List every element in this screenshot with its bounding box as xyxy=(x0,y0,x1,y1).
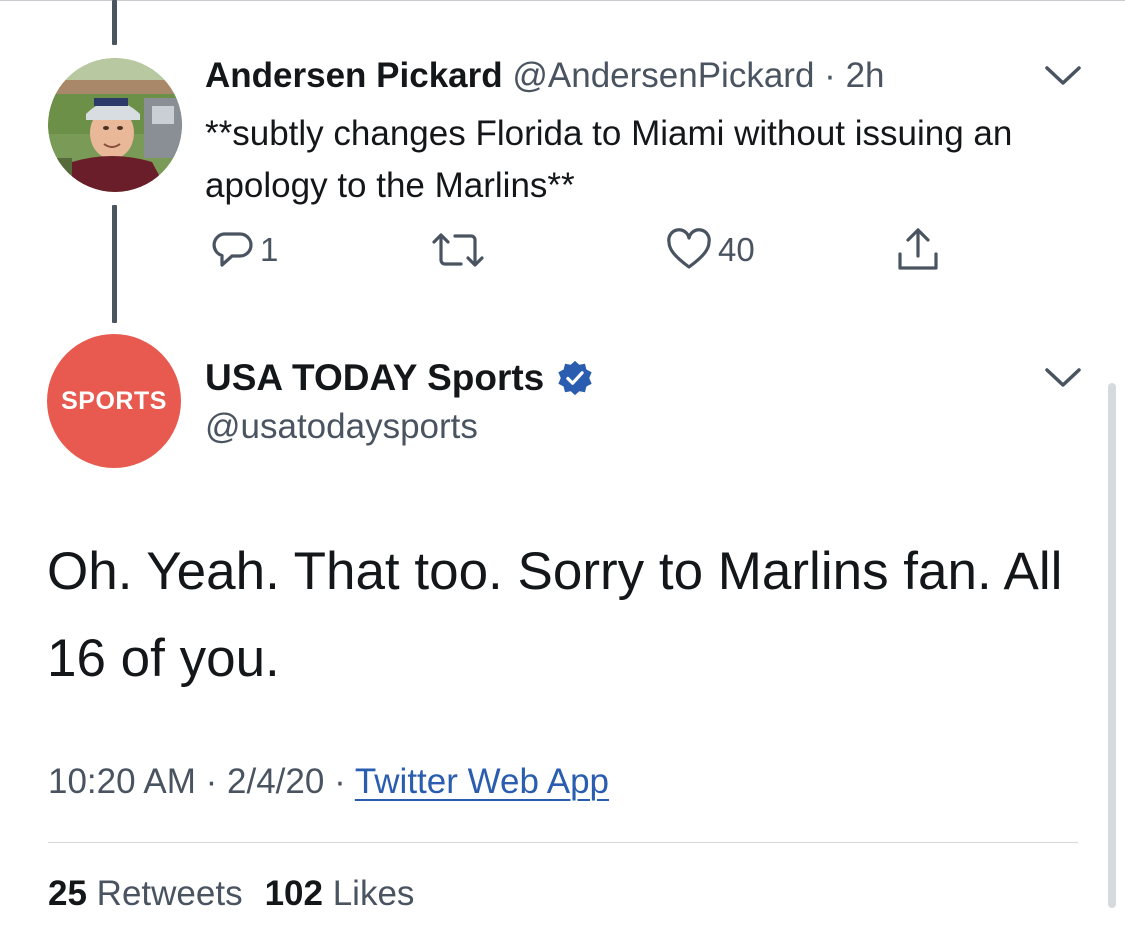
share-button[interactable] xyxy=(895,226,941,274)
meta-separator: · xyxy=(334,762,346,801)
tweet-metadata: 10:20 AM · 2/4/20 · Twitter Web App xyxy=(48,760,609,804)
tweet-detail-view: Andersen Pickard @AndersenPickard · 2h *… xyxy=(0,0,1125,934)
avatar-label: SPORTS xyxy=(61,386,167,415)
main-author-name[interactable]: USA TODAY Sports xyxy=(205,356,544,400)
chevron-down-icon[interactable] xyxy=(1044,366,1082,390)
tweet-source-link[interactable]: Twitter Web App xyxy=(355,762,609,801)
reply-author-handle[interactable]: @AndersenPickard xyxy=(512,56,814,95)
main-author-handle[interactable]: @usatodaysports xyxy=(205,405,478,449)
main-author-row: USA TODAY Sports xyxy=(205,356,594,400)
retweets-label: Retweets xyxy=(96,874,243,913)
share-icon xyxy=(898,228,938,270)
retweet-icon xyxy=(432,233,484,267)
main-tweet-text: Oh. Yeah. That too. Sorry to Marlins fan… xyxy=(47,542,1063,688)
likes-stat[interactable]: 102 Likes xyxy=(265,874,415,913)
reply-count: 1 xyxy=(260,231,279,268)
retweets-stat[interactable]: 25 Retweets xyxy=(48,874,243,913)
tweet-date: 2/4/20 xyxy=(227,762,325,801)
retweets-count: 25 xyxy=(48,874,87,913)
meta-separator: · xyxy=(205,762,218,801)
heart-icon xyxy=(667,228,711,269)
scrollbar[interactable] xyxy=(1108,383,1116,908)
main-avatar[interactable]: SPORTS xyxy=(47,334,181,468)
profile-photo-icon xyxy=(48,58,182,192)
thread-line-connector xyxy=(112,205,117,323)
comment-icon xyxy=(212,232,253,267)
reply-button[interactable]: 1 xyxy=(210,226,278,274)
likes-count: 102 xyxy=(264,874,323,913)
reply-avatar[interactable] xyxy=(48,58,182,192)
chevron-down-icon[interactable] xyxy=(1044,64,1082,88)
reply-tweet-text: **subtly changes Florida to Miami withou… xyxy=(205,114,1013,205)
reply-header: Andersen Pickard @AndersenPickard · 2h xyxy=(205,56,885,96)
retweet-button[interactable] xyxy=(430,226,486,274)
like-count: 40 xyxy=(718,231,755,268)
tweet-stats: 25 Retweets 102 Likes xyxy=(48,872,414,916)
tweet-time: 10:20 AM xyxy=(48,762,196,801)
reply-author-name[interactable]: Andersen Pickard xyxy=(205,56,503,95)
thread-line-top xyxy=(112,0,117,45)
stats-divider xyxy=(48,842,1078,843)
reply-timestamp[interactable]: 2h xyxy=(846,56,885,95)
likes-label: Likes xyxy=(332,874,415,913)
reply-separator: · xyxy=(824,56,836,95)
verified-badge-icon xyxy=(558,360,592,396)
top-divider xyxy=(0,0,1125,1)
like-button[interactable]: 40 xyxy=(666,226,755,274)
